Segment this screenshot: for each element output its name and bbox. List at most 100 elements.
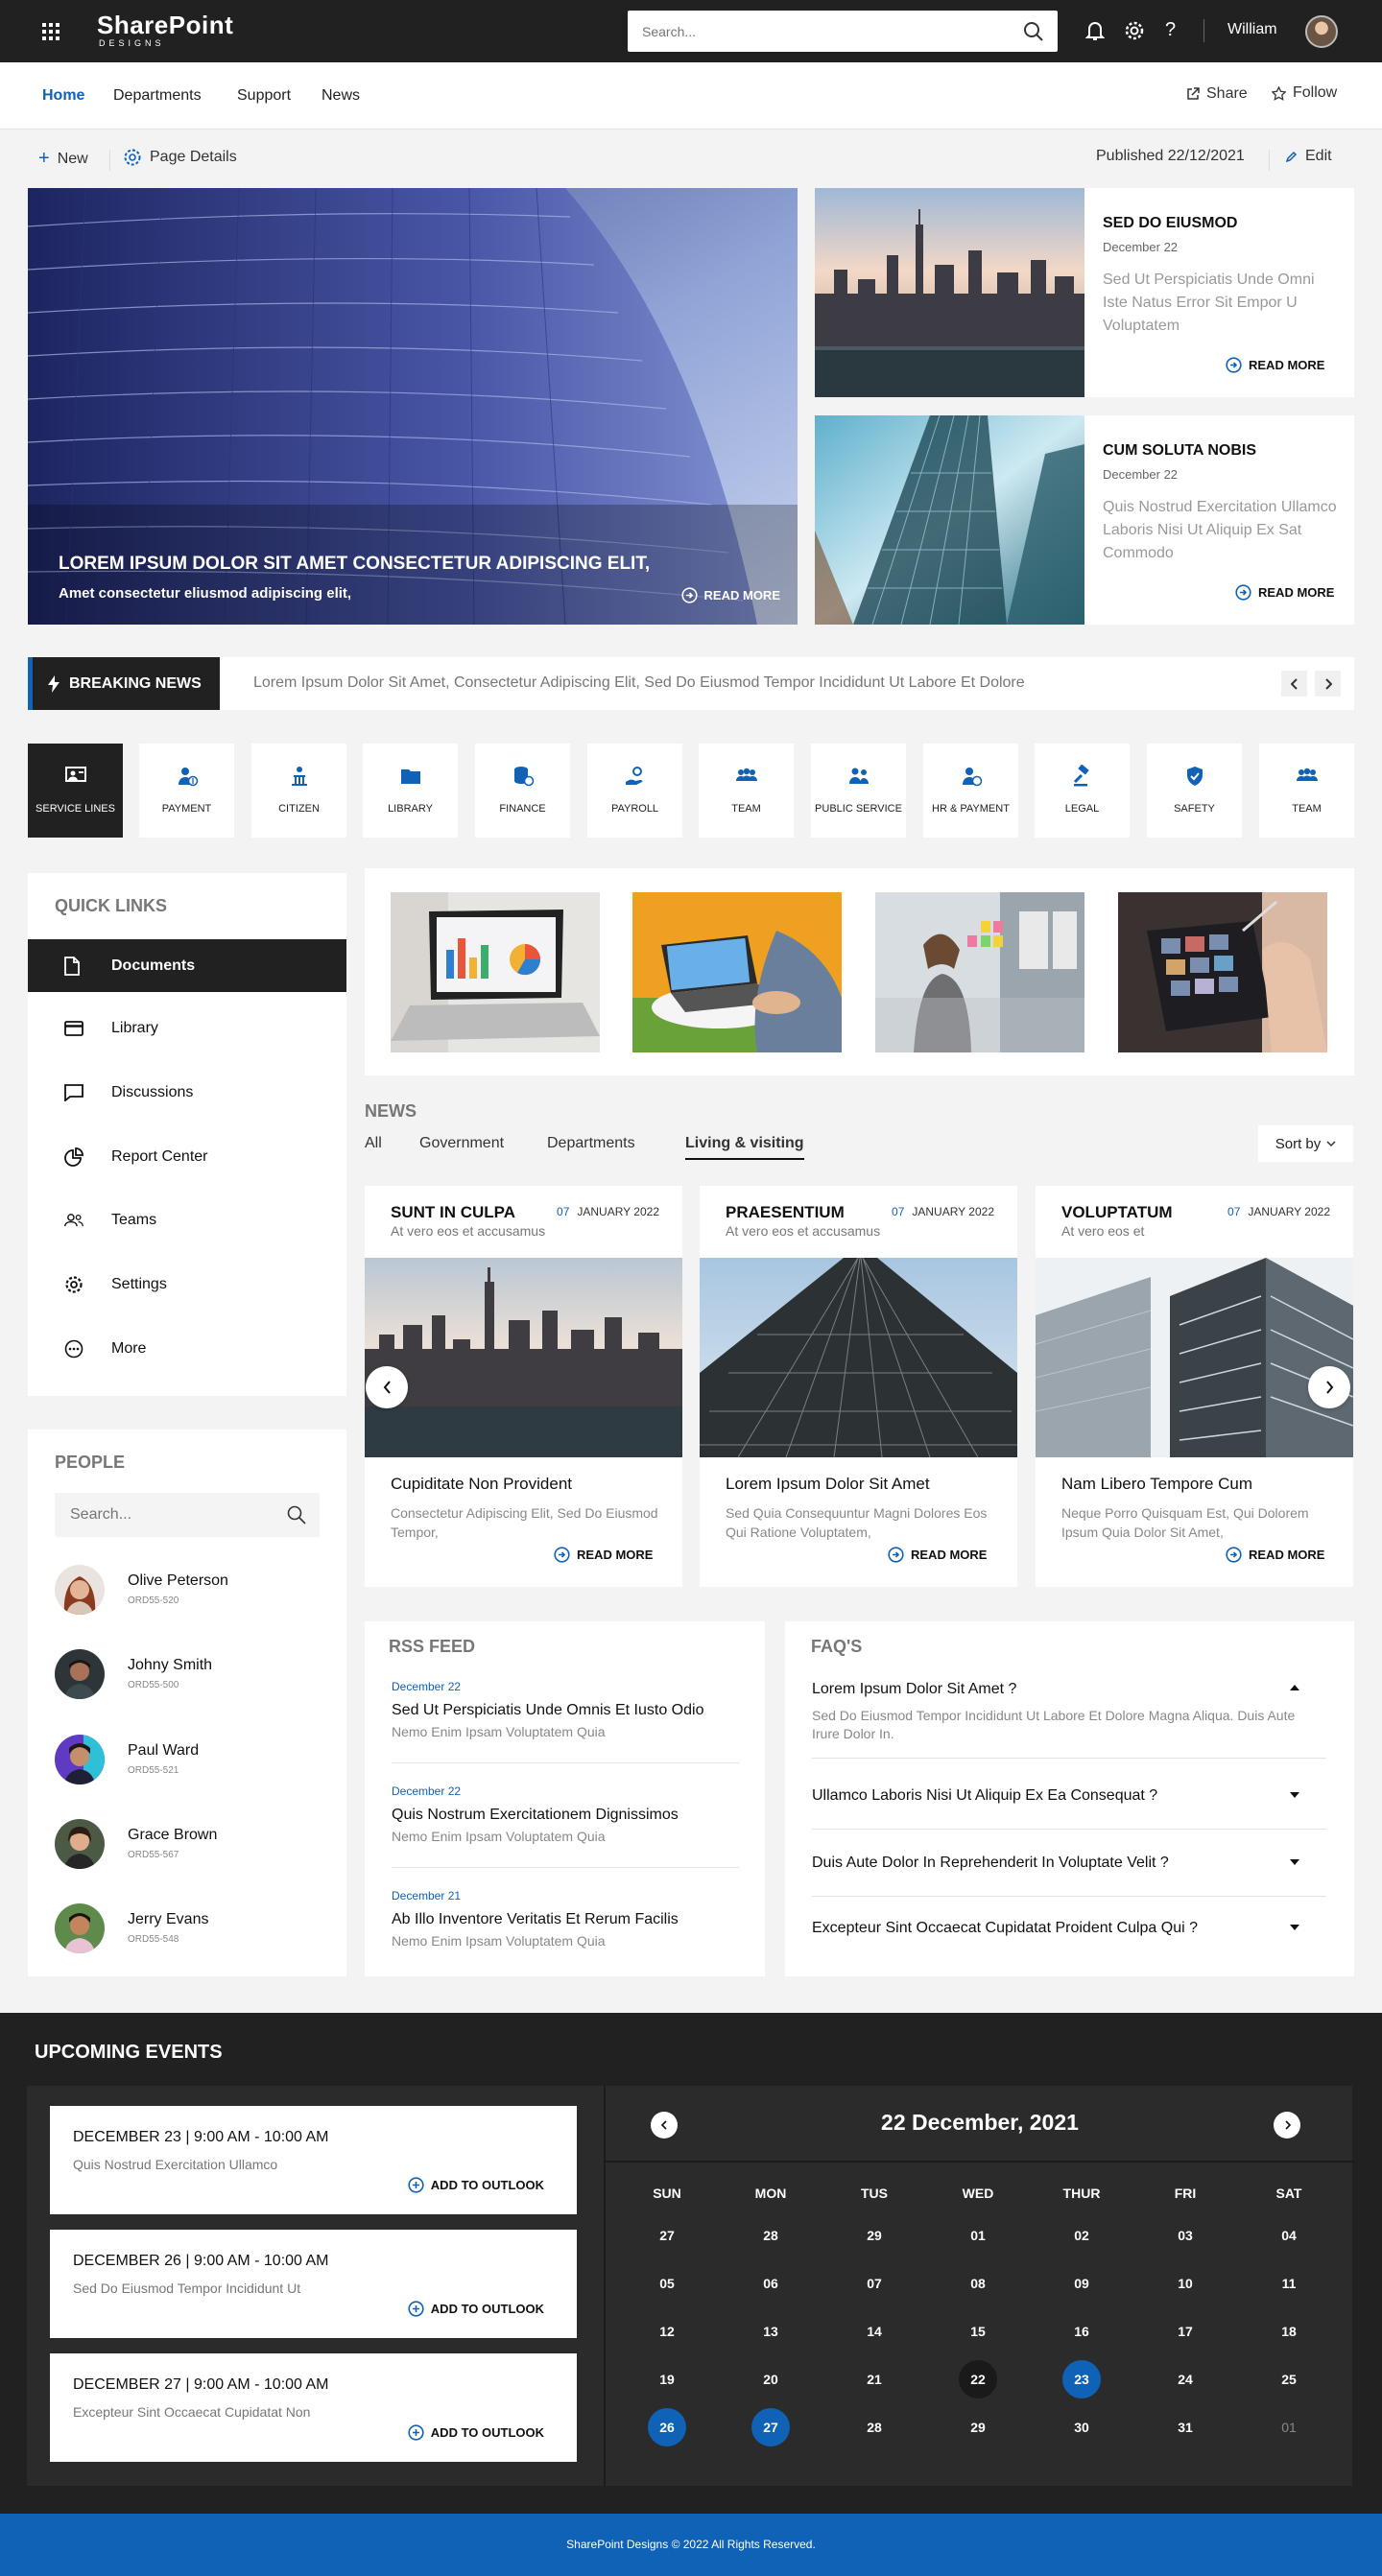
calendar-day[interactable]: 20 [751, 2360, 790, 2399]
tile-safety[interactable]: SAFETY [1147, 744, 1242, 838]
read-more-link[interactable]: READ MORE [554, 1547, 653, 1563]
add-to-outlook-button[interactable]: ADD TO OUTLOOK [408, 2424, 544, 2441]
faq-question[interactable]: Ullamco Laboris Nisi Ut Aliquip Ex Ea Co… [812, 1787, 1326, 1805]
tile-finance[interactable]: FINANCE [475, 744, 570, 838]
calendar-day[interactable]: 04 [1270, 2216, 1308, 2255]
gear-icon[interactable] [1124, 20, 1145, 41]
calendar-day[interactable]: 09 [1062, 2264, 1101, 2303]
event-card[interactable]: DECEMBER 27 | 9:00 AM - 10:00 AM Excepte… [50, 2353, 577, 2462]
user-name[interactable]: William [1227, 21, 1277, 38]
quick-link-documents[interactable]: Documents [28, 939, 346, 992]
nav-support[interactable]: Support [237, 87, 291, 105]
calendar-day[interactable]: 13 [751, 2312, 790, 2351]
quick-link-more[interactable]: More [28, 1322, 346, 1375]
news-card[interactable]: PRAESENTIUM At vero eos et accusamus 07 J… [700, 1186, 1017, 1587]
tile-service-lines[interactable]: SERVICE LINES [28, 744, 123, 838]
breaking-news-text[interactable]: Lorem Ipsum Dolor Sit Amet, Consectetur … [253, 674, 1025, 692]
event-card[interactable]: DECEMBER 26 | 9:00 AM - 10:00 AM Sed Do … [50, 2230, 577, 2338]
search-icon[interactable] [1023, 21, 1044, 42]
nav-departments[interactable]: Departments [113, 87, 202, 105]
calendar-day[interactable]: 14 [855, 2312, 894, 2351]
calendar-day[interactable]: 29 [855, 2216, 894, 2255]
calendar-day[interactable]: 08 [959, 2264, 997, 2303]
calendar-day[interactable]: 23 [1062, 2360, 1101, 2399]
gallery-image[interactable] [632, 892, 842, 1052]
calendar-day[interactable]: 28 [855, 2408, 894, 2446]
calendar-day[interactable]: 19 [648, 2360, 686, 2399]
carousel-next-button[interactable] [1308, 1366, 1350, 1408]
quick-link-settings[interactable]: Settings [28, 1258, 346, 1311]
faq-question[interactable]: Duis Aute Dolor In Reprehenderit In Volu… [812, 1855, 1326, 1872]
calendar-day[interactable]: 10 [1166, 2264, 1204, 2303]
top-search-input[interactable] [628, 11, 992, 52]
logo[interactable]: SharePoint DESIGNS [97, 12, 233, 48]
calendar-day[interactable]: 17 [1166, 2312, 1204, 2351]
calendar-day[interactable]: 25 [1270, 2360, 1308, 2399]
calendar-day[interactable]: 11 [1270, 2264, 1308, 2303]
side-card[interactable]: CUM SOLUTA NOBIS December 22 Quis Nostru… [815, 415, 1354, 625]
quick-link-library[interactable]: Library [28, 1002, 346, 1054]
carousel-prev-button[interactable] [366, 1366, 408, 1408]
read-more-link[interactable]: READ MORE [1235, 584, 1334, 601]
calendar-day[interactable]: 16 [1062, 2312, 1101, 2351]
search-icon[interactable] [287, 1505, 306, 1524]
read-more-link[interactable]: READ MORE [888, 1547, 987, 1563]
calendar-day[interactable]: 30 [1062, 2408, 1101, 2446]
people-search-input[interactable] [55, 1493, 275, 1537]
tab-all[interactable]: All [365, 1135, 382, 1152]
tile-citizen[interactable]: CITIZEN [251, 744, 346, 838]
calendar-day[interactable]: 29 [959, 2408, 997, 2446]
rss-item[interactable]: December 22 Sed Ut Perspiciatis Unde Omn… [392, 1680, 737, 1739]
gallery-image[interactable] [391, 892, 600, 1052]
calendar-day[interactable]: 22 [959, 2360, 997, 2399]
next-button[interactable] [1315, 671, 1341, 697]
nav-news[interactable]: News [322, 87, 360, 105]
calendar-day[interactable]: 24 [1166, 2360, 1204, 2399]
news-card[interactable]: SUNT IN CULPA At vero eos et accusamus 0… [365, 1186, 682, 1587]
new-button[interactable]: + New [38, 148, 88, 170]
calendar-day[interactable]: 26 [648, 2408, 686, 2446]
hero-banner[interactable]: LOREM IPSUM DOLOR SIT AMET CONSECTETUR A… [28, 188, 798, 625]
calendar-day[interactable]: 05 [648, 2264, 686, 2303]
person-item[interactable]: Johny Smith ORD55-500 [55, 1649, 333, 1707]
gallery-image[interactable] [875, 892, 1084, 1052]
avatar[interactable] [1305, 15, 1338, 48]
news-card[interactable]: VOLUPTATUM At vero eos et 07 JANUARY 2022… [1036, 1186, 1353, 1587]
calendar-day[interactable]: 01 [1270, 2408, 1308, 2446]
tile-team[interactable]: TEAM [1259, 744, 1354, 838]
calendar-next-button[interactable] [1274, 2112, 1300, 2139]
read-more-link[interactable]: READ MORE [1226, 1547, 1324, 1563]
help-icon[interactable]: ? [1165, 19, 1176, 41]
calendar-day[interactable]: 02 [1062, 2216, 1101, 2255]
calendar-day[interactable]: 21 [855, 2360, 894, 2399]
nav-home[interactable]: Home [42, 87, 84, 105]
calendar-day[interactable]: 27 [751, 2408, 790, 2446]
share-button[interactable]: Share [1186, 85, 1248, 103]
prev-button[interactable] [1281, 671, 1307, 697]
event-card[interactable]: DECEMBER 23 | 9:00 AM - 10:00 AM Quis No… [50, 2106, 577, 2214]
read-more-link[interactable]: READ MORE [1226, 357, 1324, 373]
quick-link-report-center[interactable]: Report Center [28, 1130, 346, 1183]
calendar-day[interactable]: 27 [648, 2216, 686, 2255]
faq-question[interactable]: Lorem Ipsum Dolor Sit Amet ? [812, 1681, 1326, 1698]
edit-button[interactable]: Edit [1285, 148, 1332, 165]
person-item[interactable]: Paul Ward ORD55-521 [55, 1735, 333, 1792]
tab-departments[interactable]: Departments [547, 1135, 635, 1152]
calendar-day[interactable]: 01 [959, 2216, 997, 2255]
hero-read-more[interactable]: READ MORE [680, 587, 780, 603]
sort-dropdown[interactable]: Sort by [1258, 1125, 1353, 1162]
tile-payment[interactable]: PAYMENT [139, 744, 234, 838]
calendar-day[interactable]: 31 [1166, 2408, 1204, 2446]
tile-legal[interactable]: LEGAL [1035, 744, 1130, 838]
tile-payroll[interactable]: PAYROLL [587, 744, 682, 838]
follow-button[interactable]: Follow [1272, 84, 1337, 102]
add-to-outlook-button[interactable]: ADD TO OUTLOOK [408, 2177, 544, 2193]
tab-government[interactable]: Government [419, 1135, 504, 1152]
calendar-day[interactable]: 15 [959, 2312, 997, 2351]
tile-team[interactable]: TEAM [699, 744, 794, 838]
tile-hr-payment[interactable]: HR & PAYMENT [923, 744, 1018, 838]
quick-link-teams[interactable]: Teams [28, 1193, 346, 1246]
page-details-button[interactable]: Page Details [123, 148, 237, 167]
add-to-outlook-button[interactable]: ADD TO OUTLOOK [408, 2301, 544, 2317]
person-item[interactable]: Grace Brown ORD55-567 [55, 1819, 333, 1877]
